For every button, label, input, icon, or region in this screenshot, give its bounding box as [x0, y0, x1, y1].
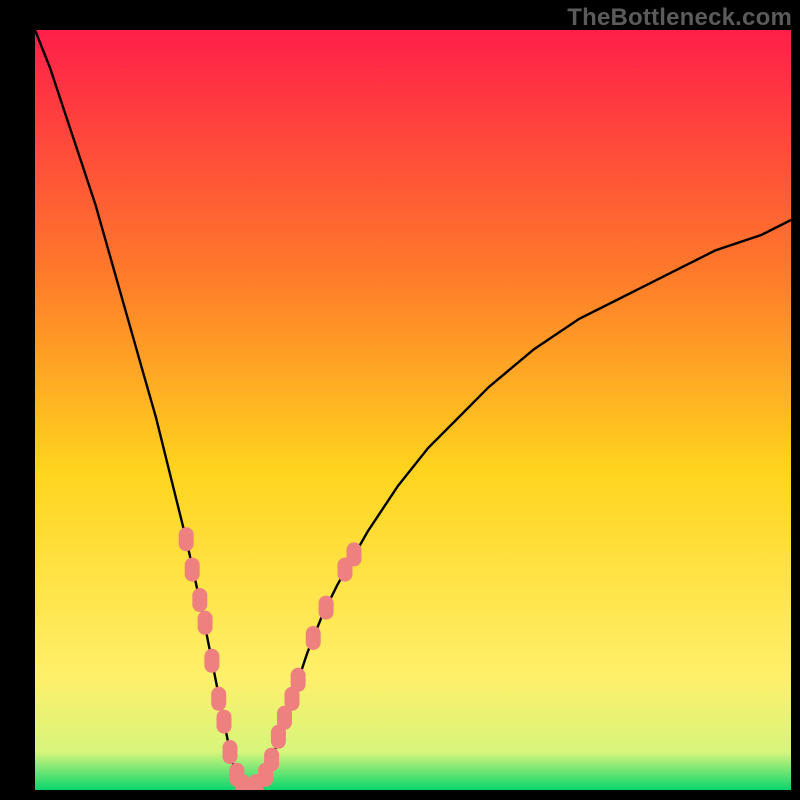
- curve-marker: [198, 611, 213, 635]
- curve-marker: [211, 687, 226, 711]
- plot-area: [35, 30, 791, 790]
- curve-marker: [192, 588, 207, 612]
- curve-marker: [319, 596, 334, 620]
- curve-marker: [179, 527, 194, 551]
- gradient-background: [35, 30, 791, 790]
- chart-frame: TheBottleneck.com: [0, 0, 800, 800]
- curve-marker: [223, 740, 238, 764]
- bottleneck-chart: [35, 30, 791, 790]
- curve-marker: [217, 710, 232, 734]
- curve-marker: [264, 748, 279, 772]
- watermark-text: TheBottleneck.com: [567, 4, 792, 32]
- curve-marker: [204, 649, 219, 673]
- curve-marker: [291, 668, 306, 692]
- curve-marker: [347, 542, 362, 566]
- curve-marker: [306, 626, 321, 650]
- curve-marker: [185, 558, 200, 582]
